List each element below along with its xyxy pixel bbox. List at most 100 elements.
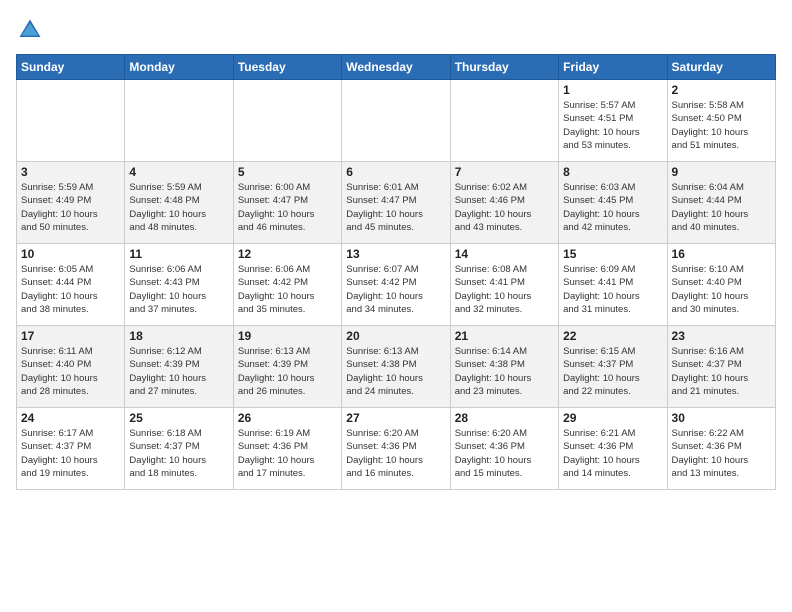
day-info: Sunrise: 6:06 AM Sunset: 4:43 PM Dayligh… <box>129 263 228 316</box>
calendar-cell: 2Sunrise: 5:58 AM Sunset: 4:50 PM Daylig… <box>667 80 775 162</box>
day-number: 24 <box>21 411 120 425</box>
day-info: Sunrise: 6:20 AM Sunset: 4:36 PM Dayligh… <box>346 427 445 480</box>
day-info: Sunrise: 5:57 AM Sunset: 4:51 PM Dayligh… <box>563 99 662 152</box>
day-number: 20 <box>346 329 445 343</box>
day-info: Sunrise: 6:02 AM Sunset: 4:46 PM Dayligh… <box>455 181 554 234</box>
day-info: Sunrise: 6:08 AM Sunset: 4:41 PM Dayligh… <box>455 263 554 316</box>
calendar-day-header: Thursday <box>450 55 558 80</box>
calendar-header-row: SundayMondayTuesdayWednesdayThursdayFrid… <box>17 55 776 80</box>
day-number: 11 <box>129 247 228 261</box>
calendar-week-row: 3Sunrise: 5:59 AM Sunset: 4:49 PM Daylig… <box>17 162 776 244</box>
day-info: Sunrise: 6:09 AM Sunset: 4:41 PM Dayligh… <box>563 263 662 316</box>
day-info: Sunrise: 6:03 AM Sunset: 4:45 PM Dayligh… <box>563 181 662 234</box>
day-number: 29 <box>563 411 662 425</box>
calendar-cell: 16 Sunrise: 6:10 AM Sunset: 4:40 PM Dayli… <box>667 244 775 326</box>
day-number: 13 <box>346 247 445 261</box>
calendar-cell: 18Sunrise: 6:12 AM Sunset: 4:39 PM Dayli… <box>125 326 233 408</box>
calendar-day-header: Tuesday <box>233 55 341 80</box>
calendar-cell: 5 Sunrise: 6:00 AM Sunset: 4:47 PM Daylig… <box>233 162 341 244</box>
day-number: 27 <box>346 411 445 425</box>
day-number: 16 <box>672 247 771 261</box>
calendar-day-header: Friday <box>559 55 667 80</box>
day-info: Sunrise: 6:20 AM Sunset: 4:36 PM Dayligh… <box>455 427 554 480</box>
calendar-day-header: Wednesday <box>342 55 450 80</box>
day-number: 26 <box>238 411 337 425</box>
day-info: Sunrise: 6:14 AM Sunset: 4:38 PM Dayligh… <box>455 345 554 398</box>
calendar-cell: 8 Sunrise: 6:03 AM Sunset: 4:45 PM Daylig… <box>559 162 667 244</box>
day-number: 15 <box>563 247 662 261</box>
day-number: 23 <box>672 329 771 343</box>
day-number: 28 <box>455 411 554 425</box>
calendar-cell: 12 Sunrise: 6:06 AM Sunset: 4:42 PM Dayli… <box>233 244 341 326</box>
day-info: Sunrise: 6:00 AM Sunset: 4:47 PM Dayligh… <box>238 181 337 234</box>
calendar-cell: 23 Sunrise: 6:16 AM Sunset: 4:37 PM Dayli… <box>667 326 775 408</box>
day-number: 1 <box>563 83 662 97</box>
day-info: Sunrise: 6:10 AM Sunset: 4:40 PM Dayligh… <box>672 263 771 316</box>
page: SundayMondayTuesdayWednesdayThursdayFrid… <box>0 0 792 612</box>
calendar-day-header: Sunday <box>17 55 125 80</box>
header <box>16 16 776 44</box>
calendar-week-row: 10Sunrise: 6:05 AM Sunset: 4:44 PM Dayli… <box>17 244 776 326</box>
day-number: 14 <box>455 247 554 261</box>
day-number: 9 <box>672 165 771 179</box>
calendar-day-header: Monday <box>125 55 233 80</box>
calendar-day-header: Saturday <box>667 55 775 80</box>
calendar-cell: 3Sunrise: 5:59 AM Sunset: 4:49 PM Daylig… <box>17 162 125 244</box>
day-info: Sunrise: 6:11 AM Sunset: 4:40 PM Dayligh… <box>21 345 120 398</box>
day-number: 4 <box>129 165 228 179</box>
calendar-cell: 14 Sunrise: 6:08 AM Sunset: 4:41 PM Dayli… <box>450 244 558 326</box>
calendar-cell: 15 Sunrise: 6:09 AM Sunset: 4:41 PM Dayli… <box>559 244 667 326</box>
day-info: Sunrise: 6:17 AM Sunset: 4:37 PM Dayligh… <box>21 427 120 480</box>
calendar-cell: 20Sunrise: 6:13 AM Sunset: 4:38 PM Dayli… <box>342 326 450 408</box>
day-info: Sunrise: 6:07 AM Sunset: 4:42 PM Dayligh… <box>346 263 445 316</box>
calendar-week-row: 1 Sunrise: 5:57 AM Sunset: 4:51 PM Daylig… <box>17 80 776 162</box>
calendar-cell: 7 Sunrise: 6:02 AM Sunset: 4:46 PM Daylig… <box>450 162 558 244</box>
calendar-cell: 27 Sunrise: 6:20 AM Sunset: 4:36 PM Dayli… <box>342 408 450 490</box>
day-number: 7 <box>455 165 554 179</box>
day-info: Sunrise: 6:19 AM Sunset: 4:36 PM Dayligh… <box>238 427 337 480</box>
calendar-cell: 11 Sunrise: 6:06 AM Sunset: 4:43 PM Dayli… <box>125 244 233 326</box>
day-number: 21 <box>455 329 554 343</box>
day-info: Sunrise: 6:15 AM Sunset: 4:37 PM Dayligh… <box>563 345 662 398</box>
calendar-cell <box>17 80 125 162</box>
day-info: Sunrise: 6:06 AM Sunset: 4:42 PM Dayligh… <box>238 263 337 316</box>
day-info: Sunrise: 6:13 AM Sunset: 4:39 PM Dayligh… <box>238 345 337 398</box>
calendar-cell: 24 Sunrise: 6:17 AM Sunset: 4:37 PM Dayli… <box>17 408 125 490</box>
day-info: Sunrise: 6:16 AM Sunset: 4:37 PM Dayligh… <box>672 345 771 398</box>
day-info: Sunrise: 6:01 AM Sunset: 4:47 PM Dayligh… <box>346 181 445 234</box>
day-number: 18 <box>129 329 228 343</box>
calendar-cell: 1 Sunrise: 5:57 AM Sunset: 4:51 PM Daylig… <box>559 80 667 162</box>
day-info: Sunrise: 6:04 AM Sunset: 4:44 PM Dayligh… <box>672 181 771 234</box>
calendar-cell: 25 Sunrise: 6:18 AM Sunset: 4:37 PM Dayli… <box>125 408 233 490</box>
day-number: 3 <box>21 165 120 179</box>
day-number: 12 <box>238 247 337 261</box>
day-info: Sunrise: 6:22 AM Sunset: 4:36 PM Dayligh… <box>672 427 771 480</box>
day-number: 2 <box>672 83 771 97</box>
calendar-cell: 22 Sunrise: 6:15 AM Sunset: 4:37 PM Dayli… <box>559 326 667 408</box>
calendar-cell: 4Sunrise: 5:59 AM Sunset: 4:48 PM Daylig… <box>125 162 233 244</box>
calendar-cell: 10Sunrise: 6:05 AM Sunset: 4:44 PM Dayli… <box>17 244 125 326</box>
calendar-cell: 21 Sunrise: 6:14 AM Sunset: 4:38 PM Dayli… <box>450 326 558 408</box>
day-number: 8 <box>563 165 662 179</box>
day-number: 17 <box>21 329 120 343</box>
calendar-cell: 30Sunrise: 6:22 AM Sunset: 4:36 PM Dayli… <box>667 408 775 490</box>
calendar-cell <box>125 80 233 162</box>
logo <box>16 16 48 44</box>
calendar-cell <box>342 80 450 162</box>
calendar-table: SundayMondayTuesdayWednesdayThursdayFrid… <box>16 54 776 490</box>
calendar-cell: 6Sunrise: 6:01 AM Sunset: 4:47 PM Daylig… <box>342 162 450 244</box>
day-info: Sunrise: 6:18 AM Sunset: 4:37 PM Dayligh… <box>129 427 228 480</box>
calendar-cell <box>233 80 341 162</box>
calendar-cell <box>450 80 558 162</box>
day-number: 25 <box>129 411 228 425</box>
calendar-cell: 17 Sunrise: 6:11 AM Sunset: 4:40 PM Dayli… <box>17 326 125 408</box>
calendar-cell: 13 Sunrise: 6:07 AM Sunset: 4:42 PM Dayli… <box>342 244 450 326</box>
calendar-cell: 9 Sunrise: 6:04 AM Sunset: 4:44 PM Daylig… <box>667 162 775 244</box>
calendar-cell: 19 Sunrise: 6:13 AM Sunset: 4:39 PM Dayli… <box>233 326 341 408</box>
day-number: 5 <box>238 165 337 179</box>
day-number: 10 <box>21 247 120 261</box>
day-number: 19 <box>238 329 337 343</box>
calendar-week-row: 24 Sunrise: 6:17 AM Sunset: 4:37 PM Dayli… <box>17 408 776 490</box>
calendar-cell: 28 Sunrise: 6:20 AM Sunset: 4:36 PM Dayli… <box>450 408 558 490</box>
day-number: 22 <box>563 329 662 343</box>
